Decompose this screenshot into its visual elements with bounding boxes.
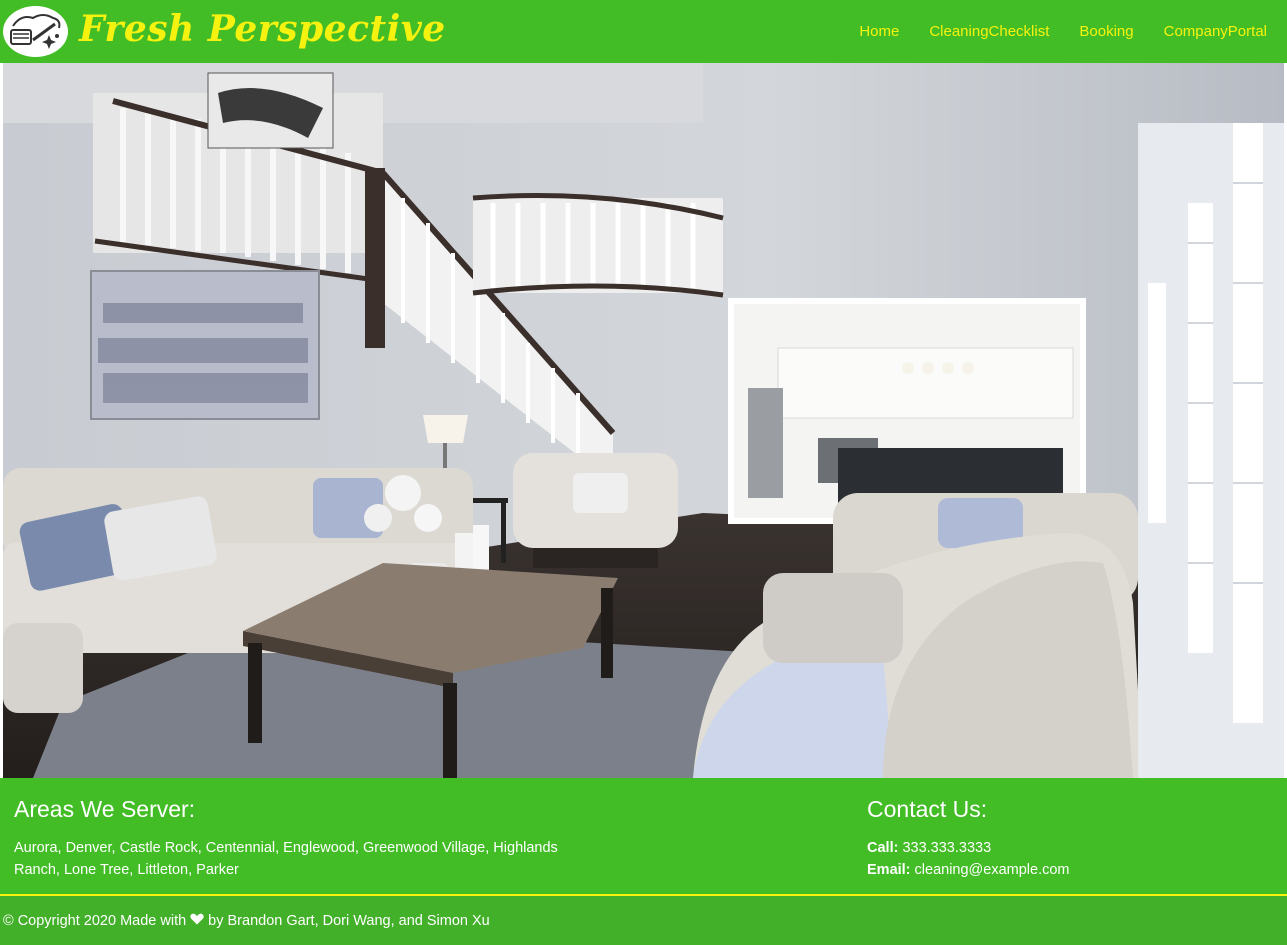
contact-call-label: Call: — [867, 840, 899, 856]
navbar: Fresh Perspective Home CleaningChecklist… — [0, 0, 1287, 63]
contact-email-label: Email: — [867, 862, 911, 878]
contact-email-value[interactable]: cleaning@example.com — [915, 862, 1070, 878]
contact-call-value[interactable]: 333.333.3333 — [902, 840, 991, 856]
nav-company-portal-link[interactable]: CompanyPortal — [1164, 23, 1267, 40]
nav-home-link[interactable]: Home — [859, 23, 899, 40]
contact-call: Call: 333.333.3333 — [867, 837, 1267, 859]
service-areas-list: Aurora, Denver, Castle Rock, Centennial,… — [14, 840, 558, 878]
cleaning-broom-icon[interactable] — [3, 6, 68, 57]
contact-info: Contact Us: Call: 333.333.3333 Email: cl… — [867, 796, 1267, 881]
footer: © Copyright 2020 Made with by Brandon Ga… — [0, 896, 1287, 945]
nav-cleaning-checklist-link[interactable]: CleaningChecklist — [929, 23, 1049, 40]
nav-links: Home CleaningChecklist Booking CompanyPo… — [859, 0, 1267, 63]
nav-booking-link[interactable]: Booking — [1079, 23, 1133, 40]
brand-name[interactable]: Fresh Perspective — [79, 8, 446, 50]
copyright-prefix: © Copyright 2020 Made with — [3, 912, 187, 929]
contact-title: Contact Us: — [867, 796, 988, 822]
heart-icon — [190, 913, 204, 929]
living-room-photo — [3, 63, 1284, 778]
copyright-suffix: by Brandon Gart, Dori Wang, and Simon Xu — [208, 912, 490, 929]
contact-email: Email: cleaning@example.com — [867, 859, 1267, 881]
service-areas: Areas We Server: Aurora, Denver, Castle … — [14, 796, 604, 881]
info-section: Areas We Server: Aurora, Denver, Castle … — [0, 778, 1287, 895]
service-areas-title: Areas We Server: — [14, 796, 196, 822]
